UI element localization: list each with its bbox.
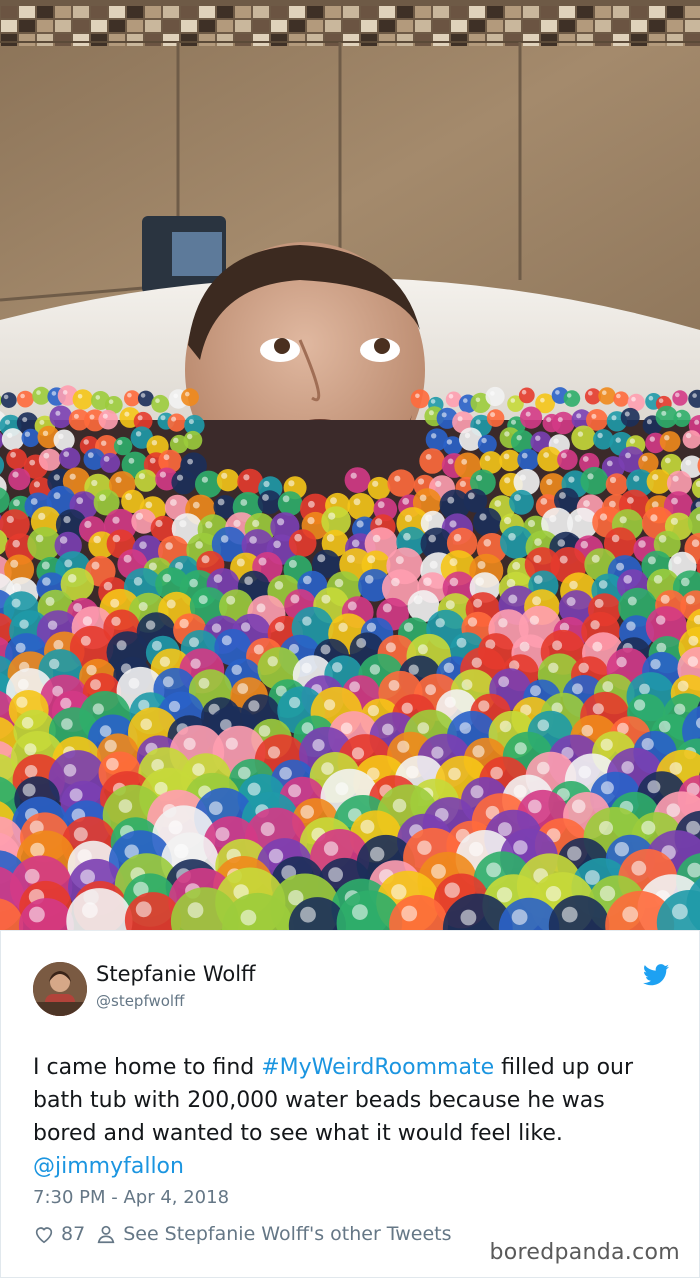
- tweet-actions: 87 See Stepfanie Wolff's other Tweets: [33, 1223, 452, 1245]
- tweet-text: I came home to find #MyWeirdRoommate fil…: [33, 1051, 673, 1183]
- hashtag-link[interactable]: #MyWeirdRoommate: [261, 1055, 494, 1080]
- mention-link[interactable]: @jimmyfallon: [33, 1154, 184, 1179]
- bathtub-photo: [0, 0, 700, 930]
- author-name[interactable]: Stepfanie Wolff: [96, 962, 256, 986]
- tweet-text-part: I came home to find: [33, 1055, 262, 1080]
- author-handle[interactable]: @stepfwolff: [96, 992, 184, 1010]
- tweet-photo: [0, 0, 700, 930]
- like-count[interactable]: 87: [61, 1223, 85, 1245]
- person-icon: [97, 1225, 115, 1244]
- twitter-bird-icon[interactable]: [643, 964, 669, 986]
- watermark: boredpanda.com: [485, 1240, 684, 1265]
- heart-icon[interactable]: [33, 1223, 55, 1245]
- avatar[interactable]: [33, 962, 87, 1016]
- other-tweets-link[interactable]: See Stepfanie Wolff's other Tweets: [123, 1223, 451, 1245]
- tweet-timestamp[interactable]: 7:30 PM - Apr 4, 2018: [33, 1187, 229, 1208]
- tweet-card: Stepfanie Wolff @stepfwolff I came home …: [0, 930, 700, 1278]
